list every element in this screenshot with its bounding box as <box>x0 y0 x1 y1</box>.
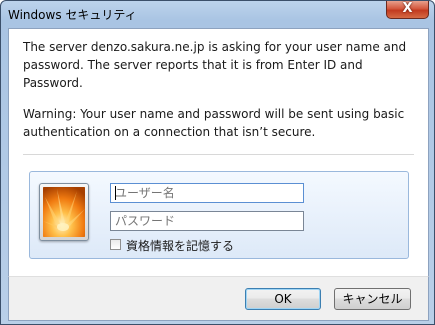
user-avatar <box>39 183 89 241</box>
close-icon: X <box>402 1 413 16</box>
server-message: The server denzo.sakura.ne.jp is asking … <box>23 40 407 90</box>
security-dialog: Windows セキュリティ X The server denzo.sakura… <box>0 0 435 325</box>
ok-button[interactable]: OK <box>245 288 321 310</box>
remember-checkbox[interactable] <box>110 239 121 250</box>
password-input[interactable] <box>110 211 304 231</box>
divider <box>23 154 414 155</box>
dialog-body: The server denzo.sakura.ne.jp is asking … <box>8 28 429 277</box>
text-caret <box>115 186 116 200</box>
remember-label[interactable]: 資格情報を記憶する <box>126 237 234 254</box>
cancel-button[interactable]: キャンセル <box>334 288 411 310</box>
credential-tile: 資格情報を記憶する <box>29 171 409 259</box>
warning-message: Warning: Your user name and password wil… <box>23 107 405 139</box>
flower-avatar-icon <box>43 187 85 237</box>
close-button[interactable]: X <box>386 1 429 19</box>
title-bar[interactable]: Windows セキュリティ X <box>1 1 434 28</box>
button-bar: OK キャンセル <box>8 276 429 321</box>
username-input[interactable] <box>110 183 304 203</box>
window-title: Windows セキュリティ <box>8 8 137 22</box>
